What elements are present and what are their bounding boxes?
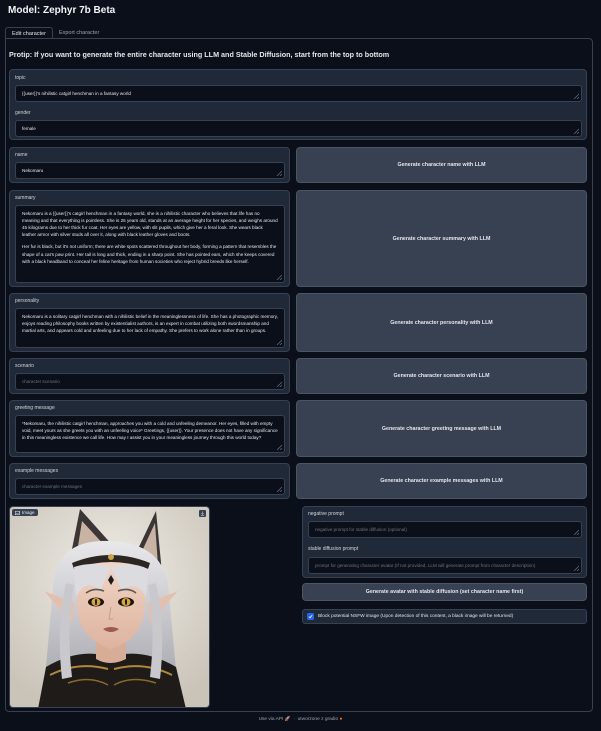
- topic-input[interactable]: {{user}}'s nihilistic catgirl henchman i…: [15, 85, 582, 102]
- examples-block: example messages character example messa…: [9, 463, 290, 499]
- sd-prompt-label: stable diffusion prompt: [308, 546, 359, 552]
- image-icon: [15, 510, 20, 515]
- image-label: Image: [12, 509, 38, 516]
- summary-input[interactable]: Nekomaru is a {{user}}'s catgirl henchma…: [15, 205, 285, 283]
- negative-prompt-input[interactable]: negative prompt for stable diffusion (op…: [308, 521, 582, 538]
- resize-grip-icon[interactable]: [573, 93, 579, 99]
- gender-label: gender: [15, 110, 31, 116]
- scenario-input[interactable]: character scenario: [15, 373, 285, 390]
- download-icon[interactable]: [199, 510, 206, 517]
- resize-grip-icon[interactable]: [276, 444, 282, 450]
- footer: Use via API 🚀 · utworzone z gradio ●: [0, 717, 601, 722]
- resize-grip-icon[interactable]: [276, 170, 282, 176]
- greeting-input[interactable]: *Nekomaru, the nihilistic catgirl henchm…: [15, 415, 285, 453]
- resize-grip-icon[interactable]: [276, 339, 282, 345]
- scenario-block: scenario character scenario: [9, 358, 290, 394]
- nsfw-checkbox[interactable]: [307, 613, 314, 620]
- examples-placeholder: character example messages: [22, 484, 83, 489]
- personality-label: personality: [15, 298, 40, 304]
- summary-paragraph-2: Her fur is black, but it's not uniform; …: [22, 244, 277, 264]
- avatar-image-block: Image: [9, 506, 210, 708]
- sd-prompt-placeholder: prompt for generating character avatar (…: [315, 563, 536, 568]
- gender-value: female: [22, 126, 36, 131]
- negative-prompt-label: negative prompt: [308, 511, 344, 517]
- sd-prompt-input[interactable]: prompt for generating character avatar (…: [308, 557, 582, 574]
- generate-name-button[interactable]: Generate character name with LLM: [296, 147, 587, 183]
- rocket-icon: 🚀: [284, 717, 291, 722]
- summary-block: summary Nekomaru is a {{user}}'s catgirl…: [9, 190, 290, 287]
- summary-label: summary: [15, 195, 36, 201]
- negative-prompt-placeholder: negative prompt for stable diffusion (op…: [315, 527, 407, 532]
- name-input[interactable]: Nekomaru: [15, 162, 285, 179]
- generate-examples-button[interactable]: Generate character example messages with…: [296, 463, 587, 499]
- gender-input[interactable]: female: [15, 120, 582, 137]
- personality-block: personality Nekomaru is a solitary catgi…: [9, 293, 290, 352]
- generate-avatar-button[interactable]: Generate avatar with stable diffusion (s…: [302, 583, 587, 601]
- nsfw-filter-row: Block potential NSFW image (Upon detecti…: [302, 609, 587, 624]
- check-icon: [308, 614, 313, 619]
- generate-personality-button[interactable]: Generate character personality with LLM: [296, 293, 587, 352]
- summary-paragraph-1: Nekomaru is a {{user}}'s catgirl henchma…: [22, 211, 278, 238]
- gradio-logo-icon: ●: [339, 717, 343, 722]
- greeting-block: greeting message *Nekomaru, the nihilist…: [9, 400, 290, 457]
- personality-input[interactable]: Nekomaru is a solitary catgirl henchman …: [15, 308, 285, 348]
- topic-label: topic: [15, 75, 26, 81]
- greeting-label: greeting message: [15, 405, 55, 411]
- avatar-portrait: [10, 507, 209, 707]
- topic-gender-block: topic {{user}}'s nihilistic catgirl henc…: [9, 69, 587, 140]
- resize-grip-icon[interactable]: [573, 128, 579, 134]
- name-block: name Nekomaru: [9, 147, 290, 183]
- name-value: Nekomaru: [22, 168, 44, 173]
- examples-input[interactable]: character example messages: [15, 478, 285, 495]
- generate-summary-button[interactable]: Generate character summary with LLM: [296, 190, 587, 287]
- use-via-api-link[interactable]: Use via API: [259, 717, 284, 722]
- topic-value: {{user}}'s nihilistic catgirl henchman i…: [22, 91, 131, 96]
- examples-label: example messages: [15, 468, 59, 474]
- name-label: name: [15, 152, 28, 158]
- resize-grip-icon[interactable]: [573, 565, 579, 571]
- resize-grip-icon[interactable]: [276, 486, 282, 492]
- built-with-gradio-link[interactable]: utworzone z gradio: [298, 717, 339, 722]
- footer-separator: ·: [293, 717, 295, 722]
- generate-greeting-button[interactable]: Generate character greeting message with…: [296, 400, 587, 457]
- resize-grip-icon[interactable]: [573, 529, 579, 535]
- scenario-label: scenario: [15, 363, 34, 369]
- greeting-value: *Nekomaru, the nihilistic catgirl henchm…: [22, 421, 278, 441]
- image-label-text: Image: [22, 510, 35, 515]
- app-title: Model: Zephyr 7b Beta: [8, 5, 116, 16]
- resize-grip-icon[interactable]: [276, 381, 282, 387]
- generate-scenario-button[interactable]: Generate character scenario with LLM: [296, 358, 587, 394]
- resize-grip-icon[interactable]: [276, 274, 282, 280]
- personality-value: Nekomaru is a solitary catgirl henchman …: [22, 314, 279, 334]
- nsfw-checkbox-label: Block potential NSFW image (Upon detecti…: [318, 614, 514, 619]
- scenario-placeholder: character scenario: [22, 379, 60, 384]
- prompts-block: negative prompt negative prompt for stab…: [302, 506, 587, 578]
- protip-heading: Protip: If you want to generate the enti…: [9, 50, 390, 59]
